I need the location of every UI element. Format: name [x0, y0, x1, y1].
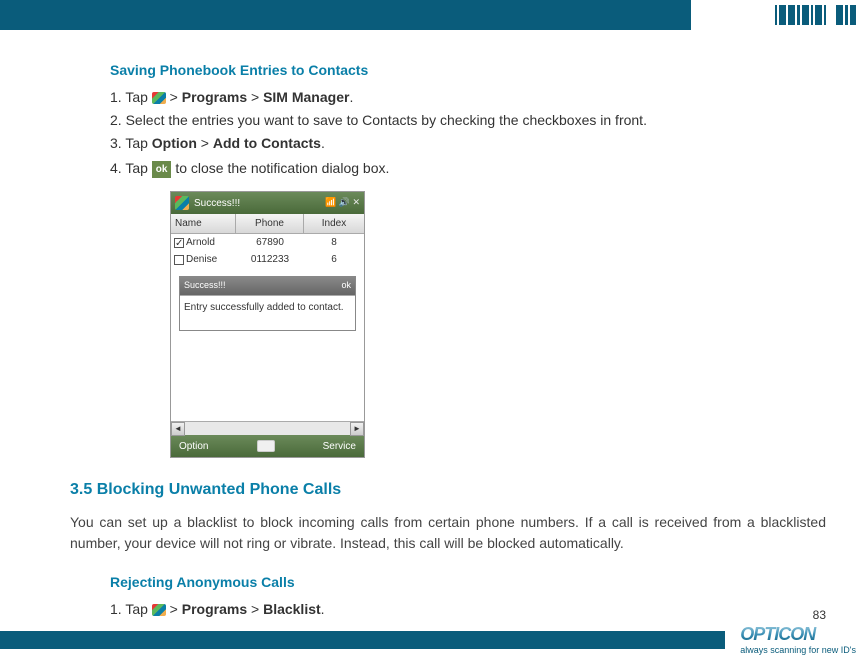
section-3-5-body: You can set up a blacklist to block inco…: [70, 512, 826, 554]
option-softkey: Option: [179, 439, 208, 454]
ss-bottom-bar: Option Service: [171, 435, 364, 457]
logo-tagline: always scanning for new ID's: [740, 645, 856, 655]
ss-body: Success!!! ok Entry successfully added t…: [171, 276, 364, 421]
table-row: Arnold 67890 8: [171, 234, 364, 251]
header-bar: [0, 0, 866, 30]
start-icon: [152, 92, 166, 104]
ss-dialog-titlebar: Success!!! ok: [180, 277, 355, 295]
scroll-left-icon: ◄: [171, 422, 185, 436]
col-name: Name: [171, 214, 236, 233]
keyboard-icon: [257, 440, 275, 452]
col-index: Index: [304, 214, 364, 233]
footer: 83 OPTICON always scanning for new ID's: [0, 608, 866, 655]
embedded-screenshot: Success!!! 📶 🔊 ✕ Name Phone Index Arnold…: [170, 191, 365, 458]
col-phone: Phone: [236, 214, 304, 233]
barcode-decoration: [775, 5, 856, 25]
ss-table-header: Name Phone Index: [171, 214, 364, 234]
horizontal-scrollbar: ◄ ►: [171, 421, 364, 435]
page-content: Saving Phonebook Entries to Contacts 1. …: [0, 30, 866, 620]
scroll-right-icon: ►: [350, 422, 364, 436]
section-saving-title: Saving Phonebook Entries to Contacts: [110, 60, 826, 81]
table-row: Denise 0112233 6: [171, 251, 364, 268]
checkbox-icon: [174, 238, 184, 248]
ok-icon: ok: [152, 161, 172, 178]
section-3-5-title: 3.5 Blocking Unwanted Phone Calls: [70, 478, 826, 502]
checkbox-icon: [174, 255, 184, 265]
ss-dialog-message: Entry successfully added to contact.: [180, 295, 355, 330]
page-number: 83: [0, 608, 866, 622]
logo-area: OPTICON always scanning for new ID's: [725, 624, 866, 655]
step-3: 3. Tap Option > Add to Contacts.: [110, 133, 826, 154]
ss-window-title: Success!!!: [194, 196, 320, 211]
service-softkey: Service: [323, 439, 356, 454]
step-2: 2. Select the entries you want to save t…: [110, 110, 826, 131]
step-1: 1. Tap > Programs > SIM Manager.: [110, 87, 826, 108]
ss-status-icons: 📶 🔊 ✕: [325, 196, 360, 210]
opticon-logo: OPTICON: [740, 624, 856, 645]
ss-titlebar: Success!!! 📶 🔊 ✕: [171, 192, 364, 214]
section-rejecting-title: Rejecting Anonymous Calls: [110, 572, 826, 593]
step-4: 4. Tap ok to close the notification dial…: [110, 158, 826, 179]
ss-dialog: Success!!! ok Entry successfully added t…: [179, 276, 356, 331]
footer-bar: [0, 631, 725, 649]
start-icon: [175, 196, 189, 210]
ok-button: ok: [341, 279, 351, 293]
